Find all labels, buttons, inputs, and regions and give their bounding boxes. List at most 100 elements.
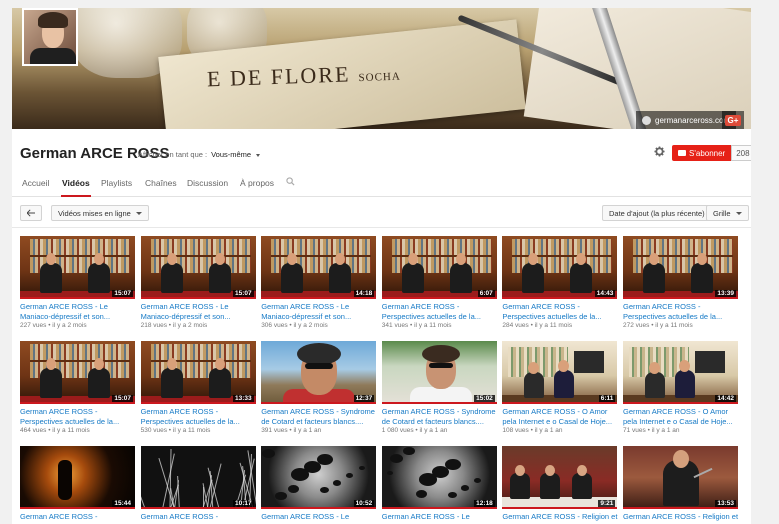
search-icon[interactable]: [286, 177, 295, 186]
video-thumbnail[interactable]: 15:07: [20, 341, 135, 404]
video-meta: 530 vues • il y a 11 mois: [141, 427, 211, 434]
video-thumbnail[interactable]: 10:52: [261, 446, 377, 509]
video-card[interactable]: 10:17 German ARCE ROSS -: [140, 446, 259, 524]
video-card[interactable]: 13:39 German ARCE ROSS - Perspectives act…: [623, 236, 738, 336]
video-title-link[interactable]: German ARCE ROSS -: [20, 512, 138, 522]
video-title-link[interactable]: German ARCE ROSS - Syndrome de Cotard et…: [261, 407, 379, 426]
tab-accueil[interactable]: Accueil: [22, 178, 49, 188]
video-card[interactable]: 14:43 German ARCE ROSS - Perspectives act…: [502, 236, 620, 336]
video-views: 71 vues: [623, 427, 646, 434]
video-thumbnail[interactable]: 15:44: [20, 446, 135, 509]
video-thumbnail[interactable]: 14:18: [261, 236, 377, 299]
video-card[interactable]: 14:18 German ARCE ROSS - Le Maniaco-dépre…: [261, 236, 379, 336]
video-thumbnail[interactable]: 12:18: [381, 446, 497, 509]
video-card[interactable]: 13:53 German ARCE ROSS - Religion et: [623, 446, 738, 524]
video-meta: 306 vues • il y a 2 mois: [261, 322, 328, 329]
video-duration: 9:21: [598, 500, 616, 507]
video-thumbnail[interactable]: 6:07: [381, 236, 497, 299]
video-card[interactable]: 15:07 German ARCE ROSS - Le Maniaco-dépre…: [140, 236, 259, 336]
video-age: il y a 1 an: [651, 427, 680, 434]
video-meta: 1 080 vues • il y a 1 an: [382, 427, 448, 434]
video-duration: 10:17: [232, 500, 254, 507]
video-thumbnail[interactable]: 15:07: [20, 236, 135, 299]
sort-dropdown[interactable]: Date d'ajout (la plus récente): [602, 205, 723, 221]
video-card[interactable]: 6:11 German ARCE ROSS - O Amor pela Inter…: [502, 341, 620, 441]
video-meta: 341 vues • il y a 11 mois: [382, 322, 452, 329]
video-meta: 227 vues • il y a 2 mois: [20, 322, 87, 329]
video-age: il y a 1 an: [293, 427, 322, 434]
video-card[interactable]: 12:37 German ARCE ROSS - Syndrome de Cota…: [261, 341, 379, 441]
channel-banner: E DE FLORE SOCHA germanarceross.com G+: [12, 8, 751, 129]
gear-icon[interactable]: [653, 145, 666, 158]
video-title-link[interactable]: German ARCE ROSS - O Amor pela Internet …: [502, 407, 620, 426]
video-card[interactable]: 15:07 German ARCE ROSS - Perspectives act…: [20, 341, 135, 441]
video-title-link[interactable]: German ARCE ROSS - Le Maniaco-dépressif …: [261, 302, 379, 321]
video-title-link[interactable]: German ARCE ROSS - Perspectives actuelle…: [382, 302, 500, 321]
video-thumbnail[interactable]: 14:43: [502, 236, 618, 299]
video-card[interactable]: 12:18 German ARCE ROSS - Le: [381, 446, 500, 524]
video-title-link[interactable]: German ARCE ROSS - Perspectives actuelle…: [141, 407, 259, 426]
video-card[interactable]: 15:07 German ARCE ROSS - Le Maniaco-dépre…: [20, 236, 135, 336]
video-card[interactable]: 13:33 German ARCE ROSS - Perspectives act…: [140, 341, 259, 441]
view-as-selector[interactable]: Afficher en tant que : Vous-même: [138, 150, 261, 159]
tab-a-propos[interactable]: À propos: [240, 178, 274, 188]
website-link-label: germanarceross.com: [655, 115, 731, 125]
video-card[interactable]: 9:21 German ARCE ROSS - Religion et: [502, 446, 617, 524]
video-views: 272 vues: [623, 322, 650, 329]
video-duration: 15:44: [112, 500, 133, 507]
video-card[interactable]: 10:52 German ARCE ROSS - Le: [261, 446, 379, 524]
subscriber-count: 208: [731, 145, 751, 161]
video-title-link[interactable]: German ARCE ROSS - Perspectives actuelle…: [502, 302, 620, 321]
video-thumbnail[interactable]: 13:39: [623, 236, 738, 299]
video-duration: 15:07: [232, 290, 254, 297]
video-meta: 391 vues • il y a 1 an: [261, 427, 321, 434]
sort-label: Date d'ajout (la plus récente): [609, 208, 705, 218]
video-title-link[interactable]: German ARCE ROSS - O Amor pela Internet …: [623, 407, 741, 426]
banner-menu-small: SOCHA: [358, 70, 402, 85]
video-card[interactable]: 15:02 German ARCE ROSS - Syndrome de Cota…: [381, 341, 500, 441]
tab-chaines[interactable]: Chaînes: [145, 178, 177, 188]
video-title-link[interactable]: German ARCE ROSS - Le Maniaco-dépressif …: [141, 302, 259, 321]
video-meta: 464 vues • il y a 11 mois: [20, 427, 90, 434]
subscribe-button[interactable]: S'abonner: [672, 145, 732, 161]
video-thumbnail[interactable]: 13:53: [623, 446, 738, 509]
video-title-link[interactable]: German ARCE ROSS - Religion et: [502, 512, 620, 522]
video-card[interactable]: 15:44 German ARCE ROSS -: [20, 446, 135, 524]
video-title-link[interactable]: German ARCE ROSS - Le: [261, 512, 379, 522]
video-thumbnail[interactable]: 13:33: [140, 341, 256, 404]
back-button[interactable]: [20, 205, 42, 221]
tab-discussion[interactable]: Discussion: [187, 178, 228, 188]
video-views: 108 vues: [502, 427, 529, 434]
video-title-link[interactable]: German ARCE ROSS - Le: [382, 512, 500, 522]
video-card[interactable]: 6:07 German ARCE ROSS - Perspectives actu…: [381, 236, 500, 336]
video-title-link[interactable]: German ARCE ROSS -: [141, 512, 259, 522]
video-views: 391 vues: [261, 427, 288, 434]
view-dropdown[interactable]: Grille: [706, 205, 749, 221]
video-meta: 108 vues • il y a 1 an: [502, 427, 562, 434]
video-thumbnail[interactable]: 15:07: [140, 236, 256, 299]
video-thumbnail[interactable]: 12:37: [261, 341, 377, 404]
video-title-link[interactable]: German ARCE ROSS - Perspectives actuelle…: [20, 407, 138, 426]
channel-page: E DE FLORE SOCHA germanarceross.com G+ Ge…: [12, 8, 751, 524]
video-thumbnail[interactable]: 10:17: [140, 446, 256, 509]
video-thumbnail[interactable]: 15:02: [381, 341, 497, 404]
video-thumbnail[interactable]: 9:21: [502, 446, 618, 509]
video-title-link[interactable]: German ARCE ROSS - Perspectives actuelle…: [623, 302, 741, 321]
google-plus-icon: G+: [724, 114, 742, 126]
channel-avatar[interactable]: [22, 8, 78, 66]
video-title-link[interactable]: German ARCE ROSS - Le Maniaco-dépressif …: [20, 302, 138, 321]
filter-dropdown[interactable]: Vidéos mises en ligne: [51, 205, 149, 221]
video-views: 530 vues: [140, 427, 167, 434]
filter-label: Vidéos mises en ligne: [58, 208, 131, 218]
tab-videos[interactable]: Vidéos: [61, 178, 91, 197]
video-age: il y a 11 mois: [655, 322, 693, 329]
video-card[interactable]: 14:42 German ARCE ROSS - O Amor pela Inte…: [623, 341, 738, 441]
tab-playlists[interactable]: Playlists: [101, 178, 132, 188]
video-thumbnail[interactable]: 6:11: [502, 341, 618, 404]
google-plus-link[interactable]: G+: [722, 111, 744, 129]
video-thumbnail[interactable]: 14:42: [623, 341, 738, 404]
video-age: il y a 1 an: [419, 427, 448, 434]
video-title-link[interactable]: German ARCE ROSS - Syndrome de Cotard et…: [382, 407, 500, 426]
video-title-link[interactable]: German ARCE ROSS - Religion et: [623, 512, 741, 522]
video-toolbar: Vidéos mises en ligne Date d'ajout (la p…: [12, 197, 751, 228]
